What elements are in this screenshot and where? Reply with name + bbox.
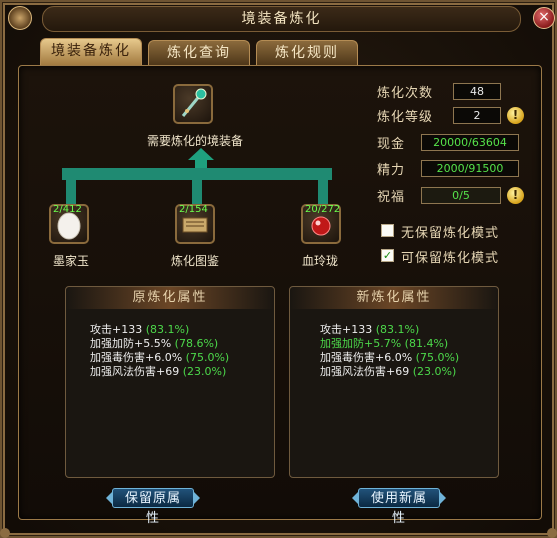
refine-count-value: 48 [453,83,501,100]
window-title: 境装备炼化 [42,6,521,32]
refine-level-label: 炼化等级 [377,110,434,125]
tree-branch [66,180,76,204]
tab-refine[interactable]: 境装备炼化 [40,38,142,65]
material-slot-blood-orb[interactable]: 20/272 [301,204,341,244]
close-button[interactable]: × [533,7,555,29]
refine-level-warning-icon[interactable]: ! [507,107,524,124]
attribute-line: 加强风法伤害+69 (23.0%) [90,365,227,378]
refine-level-value: 2 [453,107,501,124]
no-keep-mode-checkbox[interactable] [381,224,394,237]
no-keep-mode-label: 无保留炼化模式 [401,226,500,241]
use-new-button[interactable]: 使用新属性 [358,488,440,526]
energy-value: 2000/91500 [421,160,519,177]
material-name: 血玲珑 [302,254,339,268]
blessing-warning-icon[interactable]: ! [507,187,524,204]
target-equipment-label: 需要炼化的境装备 [147,134,244,148]
new-attributes-panel: 新炼化属性 攻击+133 (83.1%) 加强加防+5.7% (81.4%) 加… [289,286,499,478]
staff-icon [181,88,207,117]
keep-mode-label: 可保留炼化模式 [401,251,500,266]
tree-branch [318,180,328,204]
target-equipment-slot[interactable] [173,84,213,124]
cash-label: 现金 [377,137,406,152]
tree-branch [192,180,202,204]
keep-original-button[interactable]: 保留原属性 [112,488,194,526]
original-attributes-panel: 原炼化属性 攻击+133 (83.1%) 加强加防+5.5% (78.6%) 加… [65,286,275,478]
material-count: 20/272 [305,204,341,215]
material-name: 炼化图鉴 [171,254,220,268]
new-attributes-title: 新炼化属性 [290,287,498,309]
tab-rules[interactable]: 炼化规则 [256,40,358,65]
corner-ornament [547,528,557,538]
attribute-line: 加强风法伤害+69 (23.0%) [320,365,457,378]
material-count: 2/154 [179,204,208,215]
window-emblem-icon [8,6,32,30]
refine-window: 境装备炼化 × 境装备炼化 炼化查询 炼化规则 需要炼化的境装备 2/412 墨… [0,0,557,538]
material-name: 墨家玉 [53,254,90,268]
material-slot-scroll[interactable]: 2/154 [175,204,215,244]
corner-ornament [0,528,10,538]
arrow-up-icon [188,148,214,168]
energy-label: 精力 [377,163,406,178]
tab-query[interactable]: 炼化查询 [148,40,250,65]
material-count: 2/412 [53,204,82,215]
blessing-bar: 0/5 [421,187,501,204]
tree-bar [62,168,332,180]
cash-value: 20000/63604 [421,134,519,151]
refine-count-label: 炼化次数 [377,86,434,101]
blessing-label: 祝福 [377,190,406,205]
material-slot-jade[interactable]: 2/412 [49,204,89,244]
original-attributes-title: 原炼化属性 [66,287,274,309]
keep-mode-checkbox[interactable]: ✓ [381,249,394,262]
